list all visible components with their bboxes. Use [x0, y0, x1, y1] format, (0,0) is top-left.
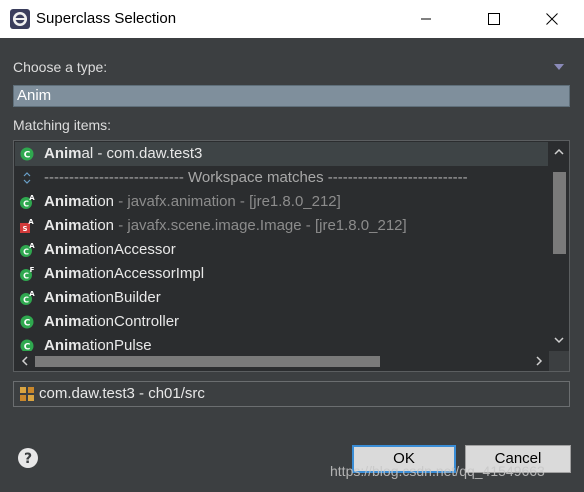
- type-name-rest: ationAccessor: [81, 241, 176, 258]
- match-highlight: Anim: [44, 289, 82, 306]
- watermark-text: https://blog.csdn.net/qq_41549663: [330, 463, 545, 479]
- scroll-right-icon[interactable]: [532, 354, 546, 368]
- matching-items-label: Matching items:: [13, 117, 112, 133]
- list-item-text: AnimationAccessor: [44, 238, 176, 262]
- svg-text:C: C: [23, 247, 29, 256]
- final-class-icon: CF: [20, 266, 35, 281]
- type-qualifier: - javafx.animation - [jre1.8.0_212]: [114, 193, 341, 210]
- type-name-rest: ationBuilder: [81, 289, 161, 306]
- match-highlight: Anim: [44, 145, 82, 162]
- minimize-button[interactable]: [403, 0, 449, 38]
- type-name-rest: ation: [81, 217, 115, 234]
- list-item-text: AnimationController: [44, 310, 179, 334]
- list-item-text: ---------------------------- Workspace m…: [44, 166, 468, 190]
- svg-text:C: C: [24, 151, 31, 161]
- svg-text:C: C: [23, 199, 29, 208]
- svg-text:A: A: [29, 242, 35, 250]
- eclipse-app-icon: [10, 9, 30, 29]
- help-icon[interactable]: ?: [17, 447, 39, 469]
- title-bar: Superclass Selection: [0, 0, 584, 38]
- package-location-field: com.daw.test3 - ch01/src: [13, 381, 570, 407]
- package-icon: [20, 387, 34, 401]
- view-menu-chevron-icon[interactable]: [554, 64, 564, 71]
- match-highlight: Anim: [44, 265, 82, 282]
- list-separator: ---------------------------- Workspace m…: [15, 166, 548, 190]
- svg-text:A: A: [29, 290, 35, 298]
- type-name-rest: ationAccessorImpl: [81, 265, 205, 282]
- list-item[interactable]: C A Animation - javafx.animation - [jre1.8…: [15, 190, 548, 214]
- list-item-text: Animal - com.daw.test3: [44, 142, 202, 166]
- type-name-rest: ation: [81, 193, 115, 210]
- list-item[interactable]: C AnimationController: [15, 310, 548, 334]
- maximize-button[interactable]: [471, 0, 517, 38]
- svg-text:C: C: [24, 319, 31, 329]
- svg-text:A: A: [29, 194, 35, 202]
- svg-text:S: S: [22, 225, 27, 233]
- abstract-class-icon: CA: [20, 194, 35, 209]
- vertical-scrollbar[interactable]: [549, 142, 569, 350]
- list-item-text: Animation - javafx.animation - [jre1.8.0…: [44, 190, 341, 214]
- separator-icon: [23, 172, 31, 184]
- type-qualifier: - com.daw.test3: [93, 145, 203, 162]
- type-name-rest: al: [81, 145, 94, 162]
- vertical-scroll-thumb[interactable]: [553, 172, 566, 254]
- list-item[interactable]: C A AnimationBuilder: [15, 286, 548, 310]
- svg-text:?: ?: [24, 451, 32, 467]
- type-qualifier: - javafx.scene.image.Image - [jre1.8.0_2…: [114, 217, 407, 234]
- scrollbar-corner: [549, 351, 569, 371]
- class-icon: C: [20, 147, 34, 161]
- horizontal-scrollbar[interactable]: [15, 351, 549, 371]
- static-abstract-class-icon: SA: [20, 218, 34, 233]
- class-icon: C: [20, 315, 34, 329]
- matching-items-list[interactable]: C Animal - com.daw.test3 -----------------…: [13, 140, 570, 372]
- list-item[interactable]: C A AnimationAccessor: [15, 238, 548, 262]
- list-item-text: AnimationAccessorImpl: [44, 262, 204, 286]
- type-name-rest: ationController: [81, 313, 180, 330]
- scroll-down-icon[interactable]: [552, 333, 566, 347]
- match-highlight: Anim: [44, 313, 82, 330]
- svg-text:F: F: [30, 266, 35, 274]
- scroll-left-icon[interactable]: [18, 354, 32, 368]
- svg-text:A: A: [28, 218, 34, 226]
- maximize-icon: [488, 13, 500, 25]
- type-search-input[interactable]: Anim: [13, 85, 570, 107]
- abstract-class-icon: CA: [20, 290, 35, 305]
- window-title: Superclass Selection: [36, 10, 177, 27]
- close-button[interactable]: [529, 0, 575, 38]
- list-item[interactable]: C Animal - com.daw.test3: [15, 142, 548, 166]
- choose-type-label: Choose a type:: [13, 59, 108, 75]
- horizontal-scroll-thumb[interactable]: [35, 356, 380, 367]
- list-item-text: Animation - javafx.scene.image.Image - […: [44, 214, 407, 238]
- superclass-selection-dialog: Superclass Selection Choose a type: Anim…: [0, 0, 584, 492]
- svg-text:C: C: [23, 295, 29, 304]
- scroll-up-icon[interactable]: [552, 145, 566, 159]
- abstract-class-icon: CA: [20, 242, 35, 257]
- package-location-text: com.daw.test3 - ch01/src: [39, 385, 205, 402]
- match-highlight: Anim: [44, 193, 82, 210]
- match-highlight: Anim: [44, 241, 82, 258]
- svg-text:C: C: [23, 271, 29, 280]
- list-item[interactable]: S A Animation - javafx.scene.image.Image -…: [15, 214, 548, 238]
- close-icon: [546, 13, 558, 25]
- separator-label: ---------------------------- Workspace m…: [44, 169, 468, 186]
- match-highlight: Anim: [44, 217, 82, 234]
- list-item-text: AnimationBuilder: [44, 286, 161, 310]
- list-item[interactable]: C F AnimationAccessorImpl: [15, 262, 548, 286]
- minimize-icon: [421, 18, 431, 20]
